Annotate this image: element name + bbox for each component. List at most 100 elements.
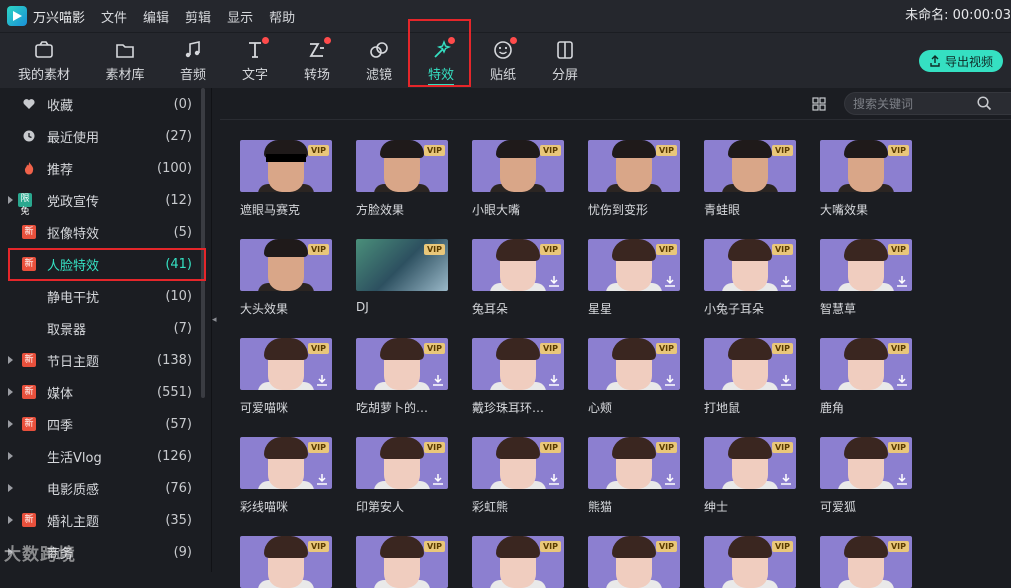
- sidebar-item[interactable]: 最近使用 (27): [0, 120, 200, 152]
- effect-card[interactable]: VIP 方脸效果: [356, 140, 448, 218]
- download-icon[interactable]: [547, 372, 561, 386]
- effect-card[interactable]: VIP 星星: [588, 239, 680, 317]
- download-icon[interactable]: [431, 372, 445, 386]
- effect-thumbnail: VIP: [820, 437, 912, 489]
- tab-effects[interactable]: 特效: [414, 33, 468, 89]
- effect-card[interactable]: VIP DJ: [356, 239, 448, 314]
- effect-card[interactable]: VIP 可爱狐: [820, 437, 912, 515]
- tab-split-screen[interactable]: 分屏: [538, 33, 592, 89]
- effect-card[interactable]: VIP 彩线喵咪: [240, 437, 332, 515]
- menu-help[interactable]: 帮助: [269, 7, 295, 26]
- export-video-button[interactable]: 导出视频: [918, 50, 1003, 72]
- download-icon[interactable]: [779, 273, 793, 287]
- effect-card[interactable]: VIP 印第安人: [356, 437, 448, 515]
- expand-arrow-icon[interactable]: [8, 452, 13, 460]
- expand-arrow-icon[interactable]: [8, 420, 13, 428]
- effect-card[interactable]: VIP 可爱喵咪: [240, 338, 332, 416]
- download-icon[interactable]: [895, 273, 909, 287]
- sidebar-item[interactable]: 新节日主题 (138): [0, 344, 200, 376]
- download-icon[interactable]: [663, 273, 677, 287]
- app-name: 万兴喵影: [33, 10, 86, 26]
- effect-card[interactable]: VIP 熊猫: [588, 437, 680, 515]
- download-icon[interactable]: [315, 372, 329, 386]
- effect-card[interactable]: VIP 打地鼠: [704, 338, 796, 416]
- sidebar-item[interactable]: 新抠像特效 (5): [0, 216, 200, 248]
- menu-edit[interactable]: 编辑: [143, 7, 169, 26]
- sidebar-item[interactable]: 收藏 (0): [0, 88, 200, 120]
- effect-card[interactable]: VIP 小兔子耳朵: [704, 239, 796, 317]
- sidebar-item-count: (138): [157, 352, 192, 368]
- effect-card[interactable]: VIP 鹿角: [820, 338, 912, 416]
- effect-card[interactable]: VIP 小眼大嘴: [472, 140, 564, 218]
- folder-media-icon: [35, 41, 53, 58]
- download-icon[interactable]: [779, 471, 793, 485]
- expand-arrow-icon[interactable]: [8, 196, 13, 204]
- effect-card[interactable]: VIP 戴珍珠耳环…: [472, 338, 564, 416]
- effect-thumbnail: VIP: [820, 239, 912, 291]
- tab-text[interactable]: 文字: [228, 33, 282, 89]
- effect-title: 彩线喵咪: [240, 500, 289, 514]
- expand-arrow-icon[interactable]: [8, 484, 13, 492]
- effect-card[interactable]: VIP: [704, 536, 796, 588]
- effect-card[interactable]: VIP 青蛙眼: [704, 140, 796, 218]
- download-icon[interactable]: [895, 471, 909, 485]
- search-icon[interactable]: [977, 96, 992, 111]
- sidebar-item[interactable]: 生活Vlog (126): [0, 440, 200, 472]
- menu-clip[interactable]: 剪辑: [185, 7, 211, 26]
- effect-card[interactable]: VIP: [820, 536, 912, 588]
- menu-file[interactable]: 文件: [101, 7, 127, 26]
- sidebar-scrollbar[interactable]: [201, 88, 205, 398]
- download-icon[interactable]: [431, 471, 445, 485]
- sidebar-item[interactable]: 电影质感 (76): [0, 472, 200, 504]
- effect-card[interactable]: VIP 吃胡萝卜的…: [356, 338, 448, 416]
- effect-card[interactable]: VIP 忧伤到变形: [588, 140, 680, 218]
- sidebar-item[interactable]: 新婚礼主题 (35): [0, 504, 200, 536]
- expand-arrow-icon[interactable]: [8, 356, 13, 364]
- menu-view[interactable]: 显示: [227, 7, 253, 26]
- download-icon[interactable]: [663, 372, 677, 386]
- sidebar-item-count: (12): [165, 192, 192, 208]
- sidebar-item[interactable]: 新媒体 (551): [0, 376, 200, 408]
- grid-view-icon[interactable]: [812, 97, 826, 111]
- effect-card[interactable]: VIP 彩虹熊: [472, 437, 564, 515]
- tab-my-media[interactable]: 我的素材: [8, 33, 80, 89]
- download-icon[interactable]: [547, 471, 561, 485]
- effect-card[interactable]: VIP 心颊: [588, 338, 680, 416]
- effect-card[interactable]: VIP 大头效果: [240, 239, 332, 317]
- effect-thumbnail: VIP: [704, 536, 796, 588]
- sidebar-item[interactable]: 取景器 (7): [0, 312, 200, 344]
- effect-card[interactable]: VIP: [472, 536, 564, 588]
- sidebar-item[interactable]: 静电干扰 (10): [0, 280, 200, 312]
- expand-arrow-icon[interactable]: [8, 388, 13, 396]
- effect-card[interactable]: VIP 绅士: [704, 437, 796, 515]
- effect-card[interactable]: VIP: [588, 536, 680, 588]
- sidebar-item-label: 四季: [47, 418, 74, 434]
- tab-filter[interactable]: 滤镜: [352, 33, 406, 89]
- sidebar-item-label: 生活Vlog: [47, 450, 102, 466]
- effect-card[interactable]: VIP: [240, 536, 332, 588]
- sidebar-item[interactable]: 新四季 (57): [0, 408, 200, 440]
- new-dot: [448, 37, 455, 44]
- vip-badge: VIP: [307, 442, 329, 453]
- sidebar-item[interactable]: 限免 党政宣传 (12): [0, 184, 200, 217]
- collapse-sidebar-handle[interactable]: ◂: [212, 315, 220, 335]
- effect-card[interactable]: VIP 智慧草: [820, 239, 912, 317]
- effect-title: 彩虹熊: [472, 500, 509, 514]
- tab-stickers[interactable]: 贴纸: [476, 33, 530, 89]
- download-icon[interactable]: [779, 372, 793, 386]
- tab-library[interactable]: 素材库: [92, 33, 158, 89]
- sidebar-item[interactable]: 推荐 (100): [0, 152, 200, 184]
- tab-audio[interactable]: 音频: [166, 33, 220, 89]
- effect-card[interactable]: VIP: [356, 536, 448, 588]
- sidebar-item[interactable]: 新人脸特效 (41): [0, 248, 200, 280]
- download-icon[interactable]: [547, 273, 561, 287]
- effect-card[interactable]: VIP 兔耳朵: [472, 239, 564, 317]
- download-icon[interactable]: [663, 471, 677, 485]
- download-icon[interactable]: [895, 372, 909, 386]
- sidebar-item-count: (27): [165, 128, 192, 144]
- download-icon[interactable]: [315, 471, 329, 485]
- effect-card[interactable]: VIP 大嘴效果: [820, 140, 912, 218]
- tab-transition[interactable]: 转场: [290, 33, 344, 89]
- expand-arrow-icon[interactable]: [8, 516, 13, 524]
- effect-card[interactable]: VIP 遮眼马赛克: [240, 140, 332, 218]
